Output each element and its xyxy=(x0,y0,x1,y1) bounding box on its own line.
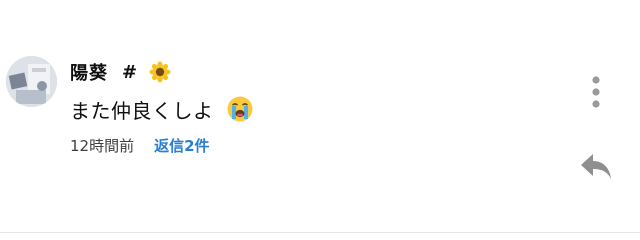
avatar[interactable] xyxy=(6,56,57,107)
loudly-crying-face-icon xyxy=(226,95,254,123)
reply-arrow-icon xyxy=(581,154,611,179)
comment-text: また仲良くしよ xyxy=(70,98,214,123)
timestamp: 12時間前 xyxy=(70,136,135,155)
more-vertical-icon xyxy=(592,76,600,108)
author-hash: # xyxy=(122,61,138,83)
meta-row: 12時間前 返信2件 xyxy=(70,134,210,156)
author-name[interactable]: 陽葵 xyxy=(70,59,108,85)
sunflower-icon xyxy=(149,61,171,83)
more-options-button[interactable] xyxy=(582,72,610,112)
reply-button[interactable] xyxy=(576,148,616,184)
comment-text-row: また仲良くしよ xyxy=(70,92,254,126)
author-row: 陽葵 # xyxy=(70,58,171,86)
comment-item: 陽葵 # また仲良くしよ 12時間前 返信2件 xyxy=(0,0,640,233)
divider xyxy=(0,232,640,233)
replies-link[interactable]: 返信2件 xyxy=(154,135,209,156)
